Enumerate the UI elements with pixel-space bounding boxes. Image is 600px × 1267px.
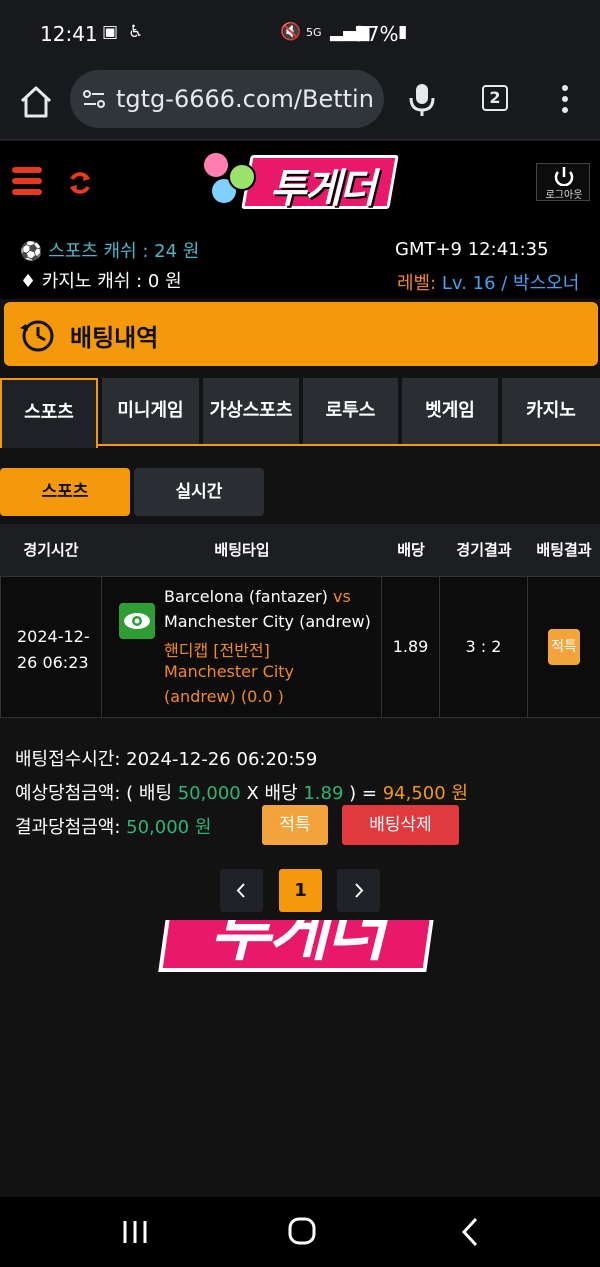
match-teams: Barcelona (fantazer) vs xyxy=(164,587,351,606)
gallery-icon: ▣ xyxy=(102,22,119,42)
character-icon xyxy=(202,151,230,179)
sports-cash: ⚽ 스포츠 캐쉬 : 24 원 xyxy=(20,241,200,262)
site-settings-icon[interactable] xyxy=(82,87,106,111)
5g-icon: 5G xyxy=(306,26,322,39)
footer-logo: 투게더 xyxy=(158,920,436,975)
footer-logo-text: 투게더 xyxy=(210,920,386,970)
refresh-icon[interactable] xyxy=(66,169,94,197)
category-tabs: 스포츠 미니게임 가상스포츠 로투스 벳게임 카지노 xyxy=(0,378,600,448)
table-header: 경기시간 배팅타입 배당 경기결과 배팅결과 xyxy=(0,524,600,576)
tab-virtual-sports[interactable]: 가상스포츠 xyxy=(203,378,299,444)
cell-odds: 1.89 xyxy=(382,577,440,717)
tab-switcher-button[interactable]: 2 xyxy=(482,85,508,111)
next-page-button[interactable] xyxy=(337,869,380,912)
home-icon[interactable] xyxy=(16,82,56,122)
col-match-time: 경기시간 xyxy=(23,541,79,559)
server-clock: GMT+9 12:41:35 xyxy=(395,239,549,260)
battery-icon: ▮ xyxy=(398,22,408,42)
microphone-icon[interactable] xyxy=(408,82,436,118)
user-level: 레벨: Lv. 16 / 박스오너 xyxy=(397,273,580,294)
subtab-live[interactable]: 실시간 xyxy=(134,468,264,516)
col-bet-type: 배팅타입 xyxy=(214,541,270,559)
site-logo[interactable]: 투게더 xyxy=(200,151,400,219)
receipt-time: 배팅접수시간: 2024-12-26 06:20:59 xyxy=(15,749,318,770)
diamond-icon: ♦ xyxy=(20,271,37,292)
cell-match-result: 3 : 2 xyxy=(440,577,528,717)
browser-toolbar: tgtg-6666.com/Betting 2 xyxy=(0,68,600,140)
tab-sports[interactable]: 스포츠 xyxy=(0,378,98,448)
battery-percent: 37% xyxy=(354,22,399,46)
site-header: 투게더 로그아웃 xyxy=(0,141,600,229)
status-bar: 12:41 ▣ ♿ 🔇 5G ▂▄▆ 37% ▮ xyxy=(0,0,600,68)
odds-value: 1.89 xyxy=(392,637,429,656)
home-nav-icon[interactable] xyxy=(282,1215,322,1249)
page-title-bar: 배팅내역 xyxy=(4,302,598,366)
url-text[interactable]: tgtg-6666.com/Betting xyxy=(116,85,374,113)
address-bar[interactable]: tgtg-6666.com/Betting xyxy=(70,70,384,128)
bet-pick-handicap: (andrew) (0.0 ) xyxy=(164,687,284,706)
accessibility-icon: ♿ xyxy=(128,22,144,42)
result-winnings: 결과당첨금액: 50,000 원 xyxy=(15,817,212,838)
result-status-button[interactable]: 적특 xyxy=(262,805,328,845)
account-info: ⚽ 스포츠 캐쉬 : 24 원 ♦ 카지노 캐쉬 : 0 원 GMT+9 12:… xyxy=(0,229,600,299)
match-date: 2024-12-26 06:23 xyxy=(17,627,90,672)
delete-bet-button[interactable]: 배팅삭제 xyxy=(342,805,459,845)
status-time: 12:41 xyxy=(40,22,98,46)
back-icon[interactable] xyxy=(450,1215,490,1249)
logout-label: 로그아웃 xyxy=(545,190,583,201)
expected-winnings: 예상당첨금액: ( 배팅 50,000 X 배당 1.89 ) = 94,500… xyxy=(15,783,468,804)
tab-betgame[interactable]: 벳게임 xyxy=(402,378,498,444)
logo-text: 투게더 xyxy=(269,166,376,212)
logout-button[interactable]: 로그아웃 xyxy=(536,163,590,201)
table-row: 2024-12-26 06:23 Barcelona (fantazer) vs… xyxy=(0,576,600,718)
away-team: Manchester City (andrew) xyxy=(164,612,371,631)
chevron-right-icon xyxy=(355,883,364,898)
bet-result-badge: 적특 xyxy=(548,629,580,665)
subtab-sports[interactable]: 스포츠 xyxy=(0,468,130,516)
more-menu-icon[interactable] xyxy=(556,84,574,114)
bet-market: 핸디캡 [전반전] xyxy=(164,641,270,660)
prev-page-button[interactable] xyxy=(220,869,263,912)
cell-bet-result: 적특 xyxy=(528,577,600,717)
tab-lotus[interactable]: 로투스 xyxy=(303,378,398,444)
history-clock-icon xyxy=(18,316,56,354)
casino-cash: ♦ 카지노 캐쉬 : 0 원 xyxy=(20,271,182,292)
col-odds: 배당 xyxy=(397,541,425,559)
eye-icon[interactable] xyxy=(119,603,155,639)
cell-bet-type: Barcelona (fantazer) vs Manchester City … xyxy=(102,577,382,717)
power-icon xyxy=(554,167,574,187)
match-score: 3 : 2 xyxy=(465,637,502,656)
tab-casino[interactable]: 카지노 xyxy=(502,378,600,444)
col-match-result: 경기결과 xyxy=(456,541,512,559)
character-icon xyxy=(228,163,256,191)
mute-icon: 🔇 xyxy=(280,22,302,42)
col-bet-result: 배팅결과 xyxy=(536,541,592,559)
soccer-ball-icon: ⚽ xyxy=(20,241,43,262)
recent-apps-icon[interactable] xyxy=(115,1215,155,1249)
cell-match-time: 2024-12-26 06:23 xyxy=(0,577,102,717)
system-nav-bar xyxy=(0,1197,600,1267)
hamburger-menu-icon[interactable] xyxy=(12,167,42,197)
tab-minigame[interactable]: 미니게임 xyxy=(102,378,199,444)
bet-pick: Manchester City xyxy=(164,662,295,681)
tab-underline xyxy=(98,444,600,446)
page-title: 배팅내역 xyxy=(70,324,159,352)
chevron-left-icon xyxy=(236,883,245,898)
current-page[interactable]: 1 xyxy=(279,869,322,912)
